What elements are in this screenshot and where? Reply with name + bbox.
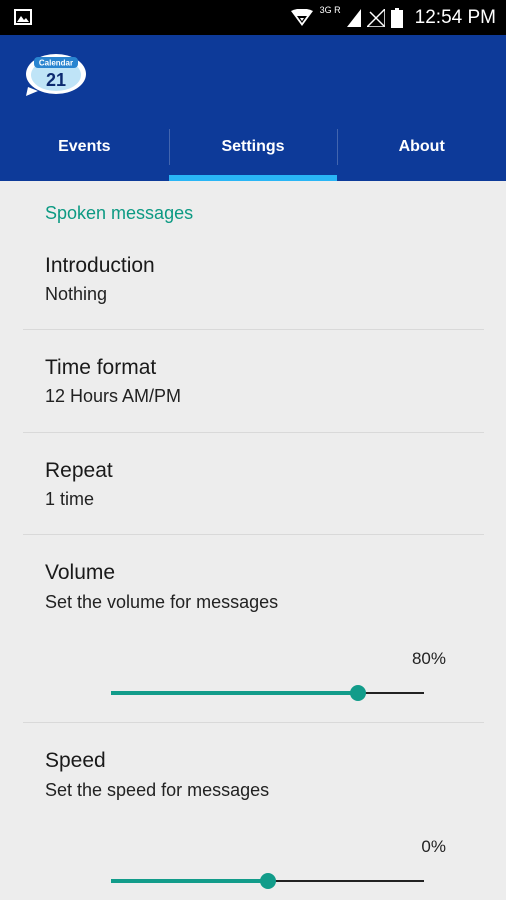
- logo-text: Calendar: [39, 59, 73, 68]
- calendar-logo-icon: Calendar 21: [26, 54, 86, 96]
- gallery-icon: [14, 9, 32, 25]
- setting-title: Introduction: [45, 254, 155, 277]
- setting-repeat[interactable]: Repeat 1 time: [23, 434, 484, 534]
- slider-thumb[interactable]: [259, 873, 276, 889]
- divider: [23, 722, 484, 723]
- logo-day: 21: [46, 70, 66, 90]
- setting-title: Volume: [45, 561, 116, 584]
- slider-fill: [111, 691, 359, 695]
- setting-summary: Set the speed for messages: [45, 780, 270, 800]
- slider-thumb[interactable]: [350, 685, 367, 701]
- slider-fill: [111, 879, 268, 883]
- tab-about[interactable]: About: [337, 113, 506, 181]
- setting-summary: Set the volume for messages: [45, 592, 279, 612]
- setting-time-format[interactable]: Time format 12 Hours AM/PM: [23, 331, 484, 432]
- network-type-label: 3G R: [319, 4, 341, 15]
- tab-label: About: [398, 138, 445, 155]
- settings-list: Spoken messages Introduction Nothing Tim…: [0, 181, 506, 900]
- divider: [23, 534, 484, 535]
- setting-summary: Nothing: [45, 284, 108, 304]
- tab-events[interactable]: Events: [0, 113, 169, 181]
- divider: [23, 329, 484, 330]
- status-bar: 3G R 12:54 PM: [0, 0, 506, 35]
- setting-title: Speed: [45, 749, 106, 772]
- divider: [23, 432, 484, 433]
- speed-slider[interactable]: [111, 871, 424, 891]
- hotspot-icon: [290, 8, 313, 26]
- setting-summary: 1 time: [45, 489, 95, 509]
- tab-label: Events: [58, 138, 111, 155]
- signal-icon: [346, 8, 361, 27]
- setting-title: Repeat: [45, 459, 113, 482]
- setting-introduction[interactable]: Introduction Nothing: [23, 231, 484, 329]
- volume-slider[interactable]: [111, 683, 424, 703]
- speed-value: 0%: [421, 837, 446, 856]
- status-time: 12:54 PM: [414, 6, 496, 28]
- setting-summary: 12 Hours AM/PM: [45, 386, 182, 406]
- no-signal-icon: [366, 8, 385, 27]
- battery-icon: [390, 7, 403, 28]
- tab-settings[interactable]: Settings: [168, 113, 338, 181]
- app-bar: Calendar 21 Events Settings About: [0, 35, 506, 181]
- tab-label: Settings: [221, 138, 285, 155]
- volume-value: 80%: [411, 649, 446, 668]
- tab-bar: Events Settings About: [0, 113, 506, 181]
- setting-title: Time format: [45, 356, 157, 379]
- section-header: Spoken messages: [45, 203, 194, 223]
